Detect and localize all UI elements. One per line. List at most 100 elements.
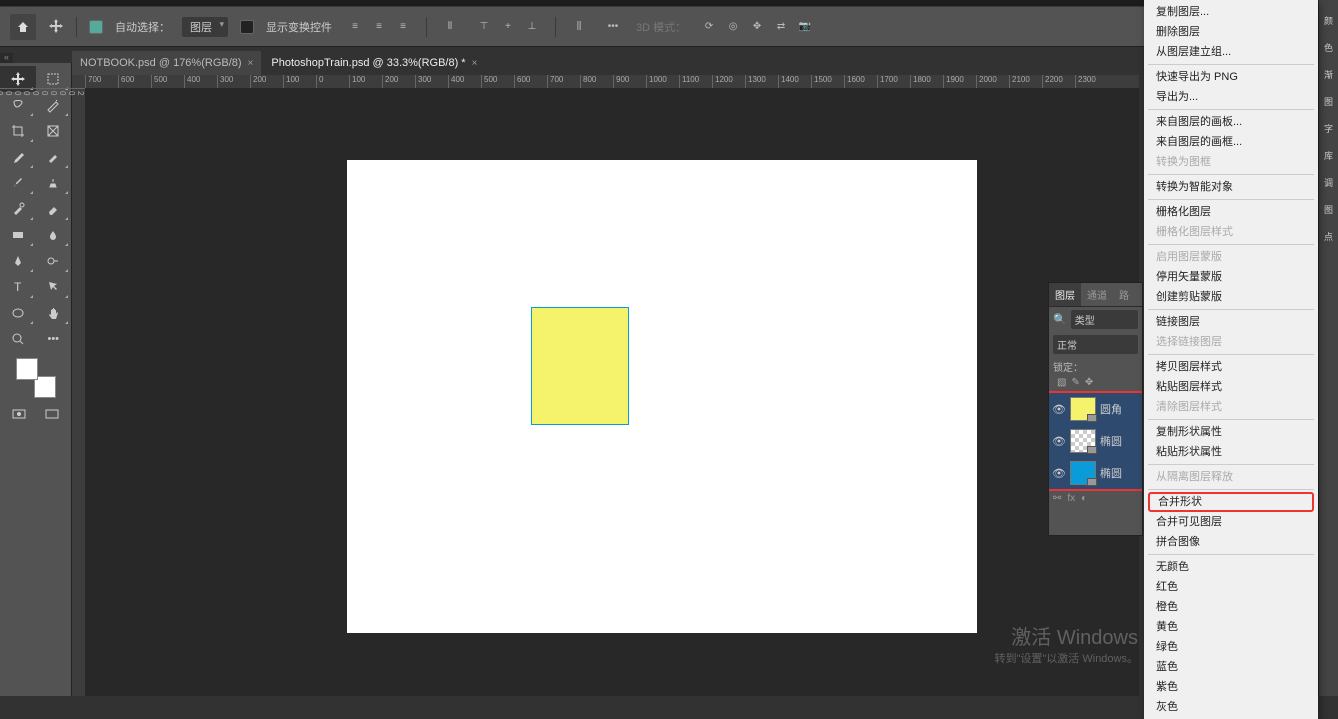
distribute-more-button[interactable]: ⫼ (568, 16, 590, 38)
align-left-button[interactable]: ≡ (344, 16, 366, 38)
layer-row-1[interactable]: 👁 圆角 (1049, 393, 1142, 425)
dodge-tool[interactable] (36, 248, 72, 274)
context-menu-item[interactable]: 粘贴形状属性 (1144, 442, 1318, 462)
context-menu-item[interactable]: 粘贴图层样式 (1144, 377, 1318, 397)
context-menu-item[interactable]: 从图层建立组... (1144, 42, 1318, 62)
context-menu-item[interactable]: 来自图层的画板... (1144, 112, 1318, 132)
layer-row-2[interactable]: 👁 椭圆 (1049, 425, 1142, 457)
frame-tool[interactable] (36, 118, 72, 144)
lock-pixels-icon[interactable]: ▧ (1057, 377, 1066, 388)
layer-style-icon[interactable]: fx (1067, 493, 1075, 504)
align-right-button[interactable]: ≡ (392, 16, 414, 38)
context-menu-item[interactable]: 导出为... (1144, 87, 1318, 107)
align-top-button[interactable]: ⊤ (473, 16, 495, 38)
context-menu-item[interactable]: 蓝色 (1144, 657, 1318, 677)
hand-tool[interactable] (36, 300, 72, 326)
context-menu-item[interactable]: 删除图层 (1144, 22, 1318, 42)
home-button[interactable] (10, 14, 36, 40)
layer-thumbnail[interactable] (1070, 461, 1096, 485)
channels-tab[interactable]: 通道 (1081, 283, 1113, 306)
ruler-origin[interactable] (72, 75, 85, 88)
edit-toolbar-button[interactable]: ••• (36, 326, 72, 352)
gradient-tool[interactable] (0, 222, 36, 248)
pen-tool[interactable] (0, 248, 36, 274)
context-menu-item[interactable]: 灰色 (1144, 697, 1318, 717)
3d-slide-icon[interactable]: ⇄ (770, 16, 792, 38)
context-menu-item[interactable]: 来自图层的画框... (1144, 132, 1318, 152)
align-vcenter-button[interactable]: + (497, 16, 519, 38)
3d-roll-icon[interactable]: ◎ (722, 16, 744, 38)
more-options-button[interactable]: ••• (602, 16, 624, 38)
close-tab-icon[interactable]: × (472, 58, 478, 69)
context-menu-item[interactable]: 链接图层 (1144, 312, 1318, 332)
shape-tool[interactable] (0, 300, 36, 326)
panel-tab-collapsed[interactable]: 库 (1319, 135, 1338, 162)
panel-tab-collapsed[interactable]: 图 (1319, 189, 1338, 216)
healing-brush-tool[interactable] (36, 144, 72, 170)
blur-tool[interactable] (36, 222, 72, 248)
layer-group-dropdown[interactable]: 图层 (182, 17, 228, 37)
layer-mask-icon[interactable]: ◐ (1081, 493, 1087, 504)
lock-position-icon[interactable]: ✎ (1071, 377, 1079, 388)
close-tab-icon[interactable]: × (248, 58, 254, 69)
document-tab-1[interactable]: NOTBOOK.psd @ 176%(RGB/8)× (72, 51, 261, 75)
visibility-icon[interactable]: 👁 (1052, 467, 1066, 480)
brush-tool[interactable] (0, 170, 36, 196)
layer-filter-dropdown[interactable]: 类型 (1071, 310, 1138, 329)
context-menu-item[interactable]: 无颜色 (1144, 557, 1318, 577)
history-brush-tool[interactable] (0, 196, 36, 222)
context-menu-item[interactable]: 黄色 (1144, 617, 1318, 637)
context-menu-item[interactable]: 栅格化图层 (1144, 202, 1318, 222)
auto-select-checkbox[interactable] (89, 20, 103, 34)
vertical-ruler[interactable]: 20000000000000000 (72, 88, 85, 696)
layer-thumbnail[interactable] (1070, 429, 1096, 453)
document-tab-2[interactable]: PhotoshopTrain.psd @ 33.3%(RGB/8) *× (263, 51, 485, 75)
visibility-icon[interactable]: 👁 (1052, 435, 1066, 448)
layer-name[interactable]: 椭圆 (1100, 465, 1122, 481)
zoom-tool[interactable] (0, 326, 36, 352)
panel-tab-collapsed[interactable]: 色 (1319, 27, 1338, 54)
context-menu-item[interactable]: 紫色 (1144, 677, 1318, 697)
panel-tab-collapsed[interactable]: 点 (1319, 216, 1338, 243)
layer-thumbnail[interactable] (1070, 397, 1096, 421)
show-transform-checkbox[interactable] (240, 20, 254, 34)
layer-row-3[interactable]: 👁 椭圆 (1049, 457, 1142, 489)
link-layers-icon[interactable]: ⚯ (1053, 493, 1061, 504)
crop-tool[interactable] (0, 118, 36, 144)
context-menu-item[interactable]: 复制形状属性 (1144, 422, 1318, 442)
cup-body-shape[interactable] (531, 307, 629, 425)
context-menu-item[interactable]: 合并形状 (1148, 492, 1314, 512)
context-menu-item[interactable]: 复制图层... (1144, 2, 1318, 22)
layer-name[interactable]: 圆角 (1100, 401, 1122, 417)
3d-orbit-icon[interactable]: ⟳ (698, 16, 720, 38)
paths-tab[interactable]: 路 (1113, 283, 1135, 306)
eraser-tool[interactable] (36, 196, 72, 222)
panel-tab-collapsed[interactable]: 颜 (1319, 0, 1338, 27)
blend-mode-dropdown[interactable]: 正常 (1053, 335, 1138, 354)
path-selection-tool[interactable] (36, 274, 72, 300)
collapse-toolbox-button[interactable]: « (0, 53, 13, 63)
layers-tab[interactable]: 图层 (1049, 283, 1081, 306)
context-menu-item[interactable]: 停用矢量蒙版 (1144, 267, 1318, 287)
context-menu-item[interactable]: 创建剪贴蒙版 (1144, 287, 1318, 307)
3d-pan-icon[interactable]: ✥ (746, 16, 768, 38)
context-menu-item[interactable]: 拷贝图层样式 (1144, 357, 1318, 377)
context-menu-item[interactable]: 转换为智能对象 (1144, 177, 1318, 197)
clone-stamp-tool[interactable] (36, 170, 72, 196)
layer-name[interactable]: 椭圆 (1100, 433, 1122, 449)
lock-all-icon[interactable]: ✥ (1085, 377, 1093, 388)
distribute-button[interactable]: ⫴ (439, 16, 461, 38)
document-canvas[interactable] (347, 160, 977, 633)
context-menu-item[interactable]: 合并可见图层 (1144, 512, 1318, 532)
align-hcenter-button[interactable]: ≡ (368, 16, 390, 38)
context-menu-item[interactable]: 红色 (1144, 577, 1318, 597)
context-menu-item[interactable]: 快速导出为 PNG (1144, 67, 1318, 87)
panel-tab-collapsed[interactable]: 渐 (1319, 54, 1338, 81)
type-tool[interactable]: T (0, 274, 36, 300)
foreground-color[interactable] (16, 358, 38, 380)
context-menu-item[interactable]: 绿色 (1144, 637, 1318, 657)
3d-camera-icon[interactable]: 📷 (794, 16, 816, 38)
color-swatches[interactable] (16, 358, 56, 398)
horizontal-ruler[interactable]: 7006005004003002001000100200300400500600… (85, 75, 1139, 88)
quick-mask-button[interactable] (11, 408, 27, 423)
